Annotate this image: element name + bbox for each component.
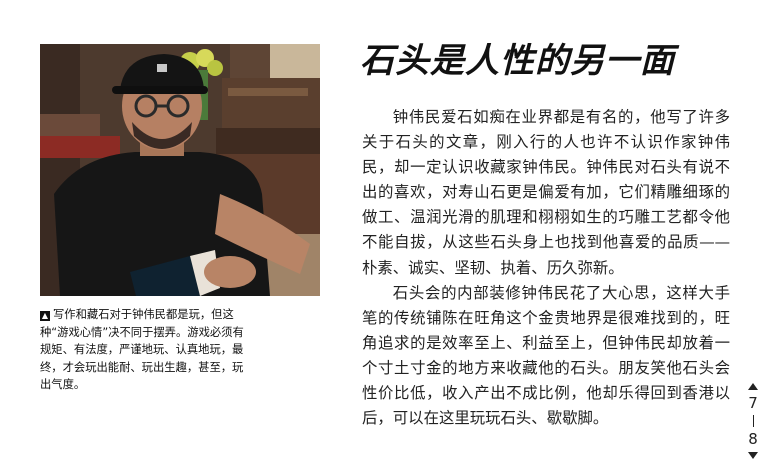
page-separator	[752, 415, 754, 427]
paragraph: 钟伟民爱石如痴在业界都是有名的，他写了许多关于石头的文章，刚入行的人也许不认识作…	[362, 108, 730, 277]
page-number-left: 7	[748, 394, 758, 412]
triangle-down-icon[interactable]	[748, 452, 758, 459]
portrait-illustration	[40, 44, 320, 296]
caption-text: 写作和藏石对于钟伟民都是玩，但这种“游戏心情”决不同于摆弄。游戏必须有规矩、有法…	[40, 308, 244, 391]
page-number-right: 8	[748, 430, 758, 448]
article-body: 钟伟民爱石如痴在业界都是有名的，他写了许多关于石头的文章，刚入行的人也许不认识作…	[362, 105, 730, 431]
paragraph: 石头会的内部装修钟伟民花了大心思，这样大手笔的传统铺陈在旺角这个金贵地界是很难找…	[362, 283, 730, 428]
portrait-photo	[40, 44, 320, 296]
up-arrow-icon: ▲	[40, 311, 50, 321]
page-navigator: 7 8	[743, 383, 763, 459]
photo-caption: ▲ 写作和藏石对于钟伟民都是玩，但这种“游戏心情”决不同于摆弄。游戏必须有规矩、有…	[40, 306, 254, 394]
triangle-up-icon[interactable]	[748, 383, 758, 390]
article-title: 石头是人性的另一面	[360, 41, 675, 81]
